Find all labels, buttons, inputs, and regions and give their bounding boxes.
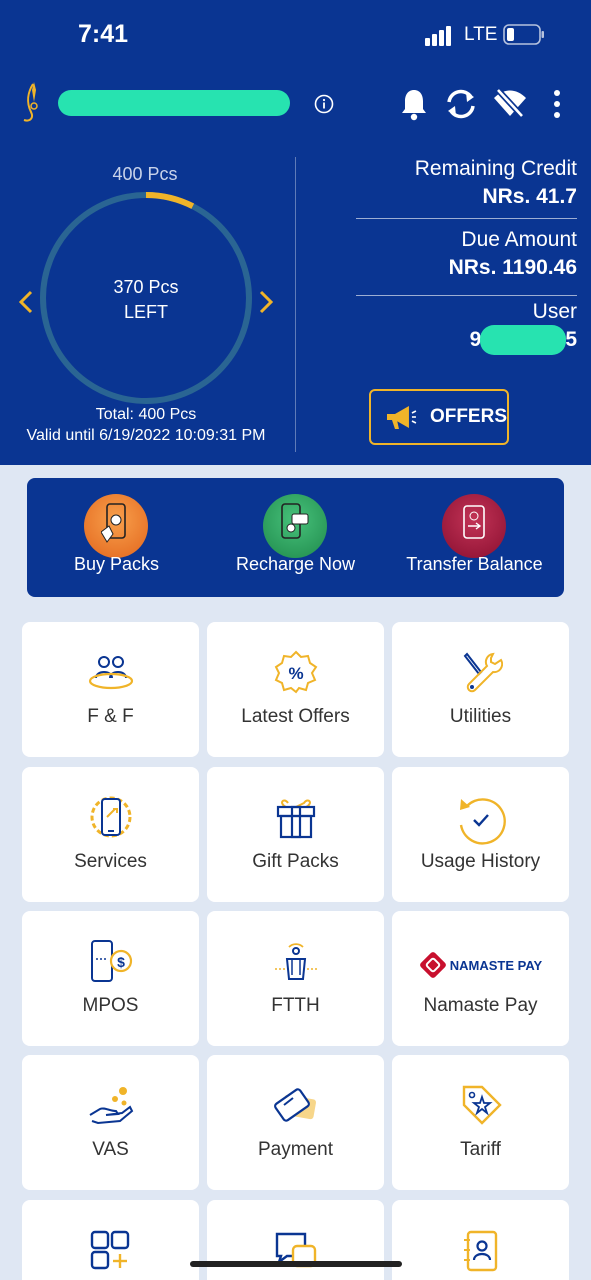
tile-namaste-pay[interactable]: NAMASTE PAY Namaste Pay bbox=[392, 911, 569, 1046]
hand-coins-icon bbox=[88, 1087, 133, 1125]
tile-more-3[interactable] bbox=[392, 1200, 569, 1280]
pack-remaining: 370 Pcs LEFT bbox=[38, 275, 254, 325]
tile-label: Payment bbox=[258, 1139, 333, 1160]
wrench-tools-icon bbox=[463, 652, 503, 693]
more-options-icon[interactable] bbox=[548, 88, 566, 120]
tile-payment[interactable]: Payment bbox=[207, 1055, 384, 1190]
chevron-right-icon[interactable] bbox=[256, 288, 276, 316]
friends-family-icon bbox=[88, 656, 133, 690]
contact-book-icon bbox=[463, 1230, 497, 1272]
due-amount: Due Amount NRs. 1190.46 bbox=[356, 228, 577, 280]
divider bbox=[356, 218, 577, 219]
due-amount-label: Due Amount bbox=[461, 228, 577, 251]
buy-packs-label: Buy Packs bbox=[73, 554, 160, 574]
tile-label: MPOS bbox=[82, 995, 139, 1016]
tile-utilities[interactable]: Utilities bbox=[392, 622, 569, 757]
tile-label: Gift Packs bbox=[252, 851, 339, 872]
pack-valid-until: Valid until 6/19/2022 10:09:31 PM bbox=[26, 427, 266, 444]
tile-vas[interactable]: VAS bbox=[22, 1055, 199, 1190]
remaining-credit: Remaining Credit NRs. 41.7 bbox=[356, 157, 577, 209]
chat-bubbles-icon bbox=[275, 1232, 316, 1268]
namaste-pay-logo-text: NAMASTE PAY bbox=[449, 957, 543, 973]
percent-badge-icon: % bbox=[274, 650, 317, 694]
transfer-balance-button[interactable]: Transfer Balance bbox=[385, 478, 564, 597]
price-tag-icon bbox=[462, 1085, 502, 1125]
history-check-icon bbox=[459, 798, 506, 845]
tile-label: Usage History bbox=[420, 851, 541, 872]
remaining-credit-label: Remaining Credit bbox=[414, 157, 577, 180]
phone-gear-icon bbox=[90, 796, 131, 838]
pack-total: Total: 400 Pcs bbox=[95, 406, 197, 423]
sync-icon[interactable] bbox=[444, 88, 478, 120]
gift-box-icon bbox=[276, 799, 315, 839]
transfer-balance-label: Transfer Balance bbox=[406, 554, 543, 574]
recharge-now-button[interactable]: Recharge Now bbox=[206, 478, 385, 597]
home-indicator[interactable] bbox=[190, 1261, 402, 1267]
svg-text:%: % bbox=[288, 664, 303, 683]
ntc-logo bbox=[23, 82, 38, 122]
tile-label: Namaste Pay bbox=[423, 995, 538, 1016]
signal-icon bbox=[425, 24, 455, 46]
tile-gift-packs[interactable]: Gift Packs bbox=[207, 767, 384, 902]
recharge-now-label: Recharge Now bbox=[235, 554, 356, 574]
tile-usage-history[interactable]: Usage History bbox=[392, 767, 569, 902]
remaining-credit-value: NRs. 41.7 bbox=[482, 185, 577, 208]
grid-add-icon bbox=[90, 1230, 129, 1270]
offers-button[interactable]: OFFERS bbox=[369, 389, 509, 445]
tile-label: VAS bbox=[92, 1139, 129, 1160]
namaste-pay-icon bbox=[419, 952, 446, 978]
header: 7:41 LTE 400 Pcs 370 Pcs LEFT Total: 400… bbox=[0, 0, 591, 465]
user-redacted bbox=[480, 325, 566, 355]
pack-summary: Total: 400 Pcs Valid until 6/19/2022 10:… bbox=[0, 404, 292, 446]
payment-card-icon bbox=[273, 1088, 316, 1122]
divider bbox=[295, 157, 296, 452]
user-label: User bbox=[532, 300, 577, 323]
transfer-balance-icon bbox=[442, 494, 506, 558]
tile-tariff[interactable]: Tariff bbox=[392, 1055, 569, 1190]
due-amount-value: NRs. 1190.46 bbox=[448, 256, 577, 279]
network-type: LTE bbox=[464, 24, 498, 45]
offers-label: OFFERS bbox=[429, 406, 507, 427]
buy-packs-button[interactable]: Buy Packs bbox=[27, 478, 206, 597]
user-value-end: 5 bbox=[565, 328, 577, 351]
tile-f-and-f[interactable]: F & F bbox=[22, 622, 199, 757]
ftth-fiber-icon bbox=[274, 943, 317, 980]
tile-label: F & F bbox=[87, 706, 134, 727]
svg-text:$: $ bbox=[117, 954, 125, 970]
username-redacted bbox=[58, 90, 290, 116]
tile-label: Utilities bbox=[449, 706, 512, 727]
tile-ftth[interactable]: FTTH bbox=[207, 911, 384, 1046]
recharge-now-icon bbox=[263, 494, 327, 558]
tile-more-1[interactable] bbox=[22, 1200, 199, 1280]
tile-label: Tariff bbox=[460, 1139, 501, 1160]
namaste-pay-logo: NAMASTE PAY bbox=[392, 939, 569, 991]
tile-mpos[interactable]: $ MPOS bbox=[22, 911, 199, 1046]
pack-remaining-count: 370 Pcs bbox=[113, 277, 179, 297]
bell-icon[interactable] bbox=[399, 87, 429, 121]
wifi-off-icon[interactable] bbox=[492, 86, 528, 120]
chevron-left-icon[interactable] bbox=[16, 288, 36, 316]
tile-latest-offers[interactable]: % Latest Offers bbox=[207, 622, 384, 757]
battery-icon bbox=[503, 24, 544, 45]
tile-label: FTTH bbox=[271, 995, 320, 1016]
buy-packs-icon bbox=[84, 494, 148, 558]
divider bbox=[356, 295, 577, 296]
status-time: 7:41 bbox=[78, 20, 129, 48]
megaphone-icon bbox=[386, 406, 417, 429]
pack-size-label: 400 Pcs bbox=[112, 164, 178, 184]
tile-services[interactable]: Services bbox=[22, 767, 199, 902]
tile-more-2[interactable] bbox=[207, 1200, 384, 1280]
pack-remaining-label: LEFT bbox=[123, 302, 168, 322]
info-icon[interactable] bbox=[313, 93, 335, 115]
quick-actions: Buy Packs Recharge Now Transfer Balance bbox=[27, 478, 564, 597]
tile-label: Services bbox=[74, 851, 147, 872]
mpos-phone-dollar-icon: $ bbox=[90, 940, 132, 982]
tile-label: Latest Offers bbox=[241, 706, 350, 727]
